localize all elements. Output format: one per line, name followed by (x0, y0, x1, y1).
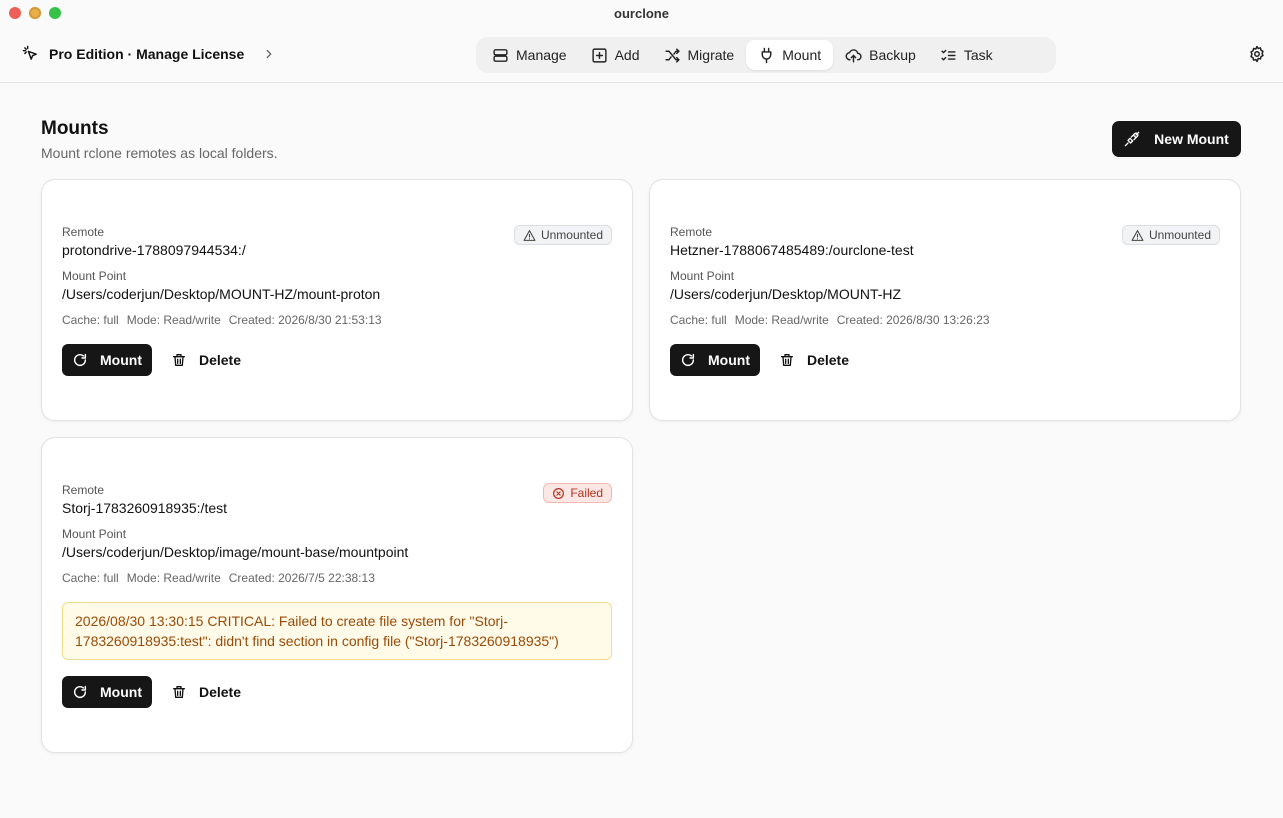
tab-add[interactable]: Add (579, 40, 652, 70)
refresh-icon (73, 353, 87, 367)
plus-square-icon (592, 47, 607, 63)
main-nav: Manage Add Migrate Mount Backup Task (476, 37, 1056, 73)
window-controls (9, 7, 61, 19)
tab-backup-label: Backup (869, 47, 916, 63)
mount-point-value: /Users/coderjun/Desktop/MOUNT-HZ (670, 286, 902, 302)
mount-button[interactable]: Mount (670, 344, 760, 376)
mount-meta: Cache: full Mode: Read/write Created: 20… (670, 313, 990, 327)
edition-label: Pro Edition · Manage License (49, 45, 245, 62)
cloud-upload-icon (845, 48, 862, 63)
cache-text: Cache: full (670, 313, 727, 327)
remote-label: Remote (62, 225, 105, 239)
sparkle-cursor-icon (22, 45, 37, 60)
tab-task-label: Task (963, 47, 993, 63)
server-icon (493, 48, 508, 62)
mount-meta: Cache: full Mode: Read/write Created: 20… (62, 571, 375, 585)
mount-card: Remote protondrive-1788097944534:/ Unmou… (41, 179, 633, 421)
tab-add-label: Add (614, 47, 640, 63)
mount-point-label: Mount Point (670, 269, 735, 283)
created-text: Created: 2026/7/5 22:38:13 (228, 571, 375, 585)
mode-text: Mode: Read/write (126, 313, 221, 327)
plug-icon (761, 47, 772, 63)
tab-mount-label: Mount (782, 47, 822, 63)
status-badge: Unmounted (1121, 225, 1220, 245)
warning-icon (523, 229, 536, 241)
status-badge: Failed (543, 483, 612, 503)
remote-label: Remote (670, 225, 713, 239)
status-text: Unmounted (540, 228, 603, 242)
tab-backup[interactable]: Backup (833, 40, 928, 70)
remote-value: Storj-1783260918935:/test (62, 500, 228, 516)
title-bar: ourclone (0, 0, 1283, 26)
plug-connect-icon (1124, 131, 1140, 147)
error-message: 2026/08/30 13:30:15 CRITICAL: Failed to … (62, 602, 612, 660)
new-mount-label: New Mount (1154, 131, 1229, 147)
new-mount-button[interactable]: New Mount (1112, 121, 1241, 157)
tab-migrate[interactable]: Migrate (652, 40, 747, 70)
mode-text: Mode: Read/write (126, 571, 221, 585)
page-subtitle: Mount rclone remotes as local folders. (41, 145, 278, 161)
x-circle-icon (553, 487, 565, 499)
shuffle-icon (664, 47, 680, 63)
refresh-icon (681, 353, 695, 367)
chevron-right-icon (266, 49, 272, 58)
mount-point-label: Mount Point (62, 527, 127, 541)
tab-migrate-label: Migrate (687, 47, 735, 63)
warning-icon (1131, 229, 1144, 241)
delete-button-label: Delete (806, 352, 850, 368)
mount-card: Remote Storj-1783260918935:/test Failed … (41, 437, 633, 753)
delete-button-label: Delete (198, 684, 242, 700)
mount-button-label: Mount (100, 684, 142, 700)
cache-text: Cache: full (62, 571, 119, 585)
mount-button[interactable]: Mount (62, 344, 152, 376)
page-title: Mounts (41, 118, 109, 139)
gear-icon[interactable] (1248, 45, 1266, 63)
mount-point-value: /Users/coderjun/Desktop/image/mount-base… (62, 544, 409, 560)
mount-card: Remote Hetzner-1788067485489:/ourclone-t… (649, 179, 1241, 421)
list-checks-icon (941, 49, 956, 60)
remote-label: Remote (62, 483, 105, 497)
status-text: Failed (570, 486, 603, 500)
mount-meta: Cache: full Mode: Read/write Created: 20… (62, 313, 382, 327)
status-badge: Unmounted (513, 225, 612, 245)
top-header: Pro Edition · Manage License Manage Add … (0, 26, 1283, 83)
app-window: ourclone Pro Edition · Manage License Ma… (0, 0, 1283, 818)
created-text: Created: 2026/8/30 13:26:23 (836, 313, 990, 327)
delete-button[interactable]: Delete (162, 344, 250, 376)
tab-manage[interactable]: Manage (480, 40, 579, 70)
delete-button[interactable]: Delete (162, 676, 250, 708)
window-title: ourclone (614, 5, 669, 21)
edition-link[interactable]: Pro Edition · Manage License (22, 45, 276, 62)
close-window-button[interactable] (9, 7, 21, 19)
mode-text: Mode: Read/write (734, 313, 829, 327)
remote-value: Hetzner-1788067485489:/ourclone-test (670, 242, 914, 258)
tab-mount[interactable]: Mount (746, 40, 834, 70)
trash-icon (172, 686, 185, 698)
tab-task[interactable]: Task (928, 40, 1005, 70)
trash-icon (172, 354, 185, 366)
minimize-window-button[interactable] (29, 7, 41, 19)
mount-button[interactable]: Mount (62, 676, 152, 708)
cache-text: Cache: full (62, 313, 119, 327)
refresh-icon (73, 685, 87, 699)
mount-point-value: /Users/coderjun/Desktop/MOUNT-HZ/mount-p… (62, 286, 381, 302)
mount-button-label: Mount (100, 352, 142, 368)
maximize-window-button[interactable] (49, 7, 61, 19)
created-text: Created: 2026/8/30 21:53:13 (228, 313, 382, 327)
delete-button-label: Delete (198, 352, 242, 368)
mount-point-label: Mount Point (62, 269, 127, 283)
tab-manage-label: Manage (516, 47, 567, 63)
status-text: Unmounted (1148, 228, 1211, 242)
remote-value: protondrive-1788097944534:/ (62, 242, 246, 258)
delete-button[interactable]: Delete (770, 344, 858, 376)
trash-icon (780, 354, 793, 366)
mount-button-label: Mount (708, 352, 750, 368)
